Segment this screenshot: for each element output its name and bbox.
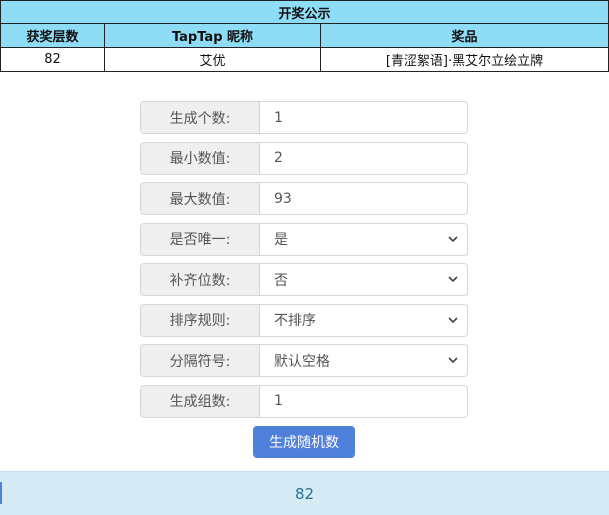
cell-prize: [青涩絮语]·黑艾尔立绘立牌 <box>320 47 609 72</box>
lottery-announcement-table: 开奖公示 获奖层数 TapTap 昵称 奖品 82 艾优 [青涩絮语]·黑艾尔立… <box>0 0 609 72</box>
sort-rule-label: 排序规则: <box>141 304 260 336</box>
separator-field[interactable]: 分隔符号: 默认空格 <box>140 344 468 377</box>
cell-nickname: 艾优 <box>104 47 321 72</box>
min-value-input[interactable]: 2 <box>260 143 467 174</box>
count-label: 生成个数: <box>141 102 260 133</box>
column-header-nickname: TapTap 昵称 <box>104 23 321 48</box>
count-input[interactable]: 1 <box>260 102 467 133</box>
min-value-field[interactable]: 最小数值: 2 <box>140 141 468 175</box>
separator-label: 分隔符号: <box>141 345 260 376</box>
min-value-label: 最小数值: <box>141 142 260 174</box>
chevron-down-icon <box>447 274 459 286</box>
random-number-form: 生成个数: 1 最小数值: 2 最大数值: 93 是否唯一: 是 补齐位数: 否… <box>140 101 468 425</box>
generate-random-button[interactable]: 生成随机数 <box>253 426 355 458</box>
chevron-down-icon <box>447 314 459 326</box>
unique-select[interactable]: 是 <box>260 224 467 255</box>
table-title: 开奖公示 <box>0 0 609 24</box>
result-value: 82 <box>294 484 315 503</box>
unique-label: 是否唯一: <box>141 223 260 255</box>
count-field[interactable]: 生成个数: 1 <box>140 101 468 134</box>
chevron-down-icon <box>447 233 459 245</box>
unique-field[interactable]: 是否唯一: 是 <box>140 222 468 256</box>
column-header-floor: 获奖层数 <box>0 23 105 48</box>
max-value-field[interactable]: 最大数值: 93 <box>140 182 468 215</box>
group-count-input[interactable]: 1 <box>260 386 467 417</box>
chevron-down-icon <box>447 355 459 367</box>
sort-rule-select[interactable]: 不排序 <box>260 305 467 336</box>
cell-floor: 82 <box>0 47 105 72</box>
max-value-input[interactable]: 93 <box>260 183 467 214</box>
pad-digits-label: 补齐位数: <box>141 264 260 295</box>
separator-select[interactable]: 默认空格 <box>260 345 467 376</box>
pad-digits-field[interactable]: 补齐位数: 否 <box>140 263 468 296</box>
pad-digits-select[interactable]: 否 <box>260 264 467 295</box>
group-count-field[interactable]: 生成组数: 1 <box>140 384 468 418</box>
sort-rule-field[interactable]: 排序规则: 不排序 <box>140 303 468 337</box>
group-count-label: 生成组数: <box>141 385 260 417</box>
column-header-prize: 奖品 <box>320 23 609 48</box>
result-output: 82 <box>0 471 609 515</box>
max-value-label: 最大数值: <box>141 183 260 214</box>
